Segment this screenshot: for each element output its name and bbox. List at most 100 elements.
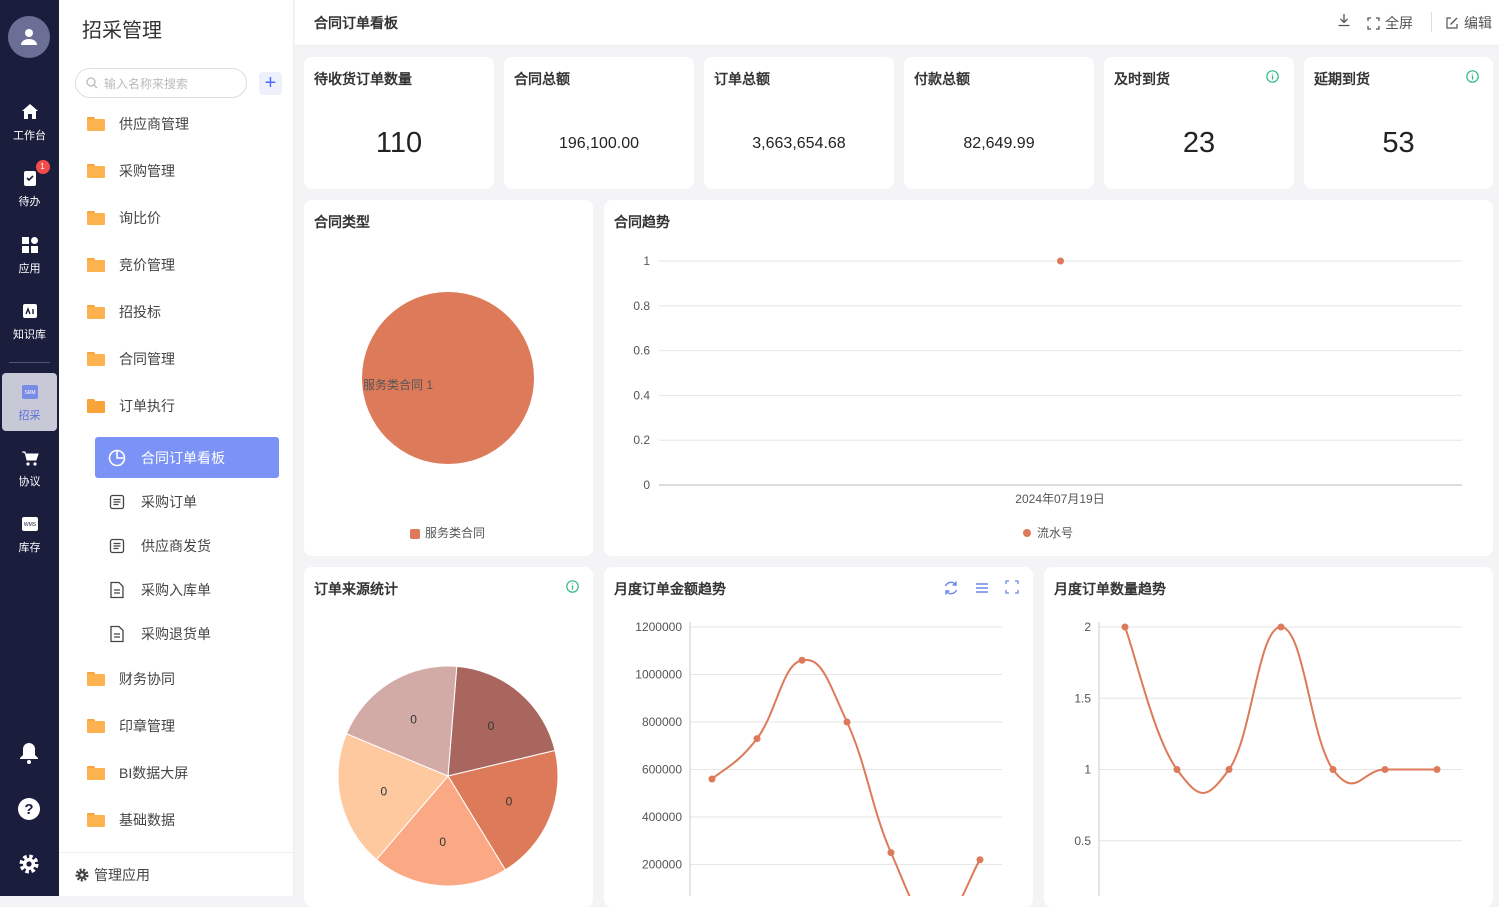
sub-item-purchase-order[interactable]: 采购订单 <box>95 481 279 522</box>
help-icon[interactable]: ? <box>16 796 42 822</box>
y-tick-label: 0.4 <box>633 388 650 402</box>
sub-label: 合同订单看板 <box>141 449 225 466</box>
search-placeholder: 输入名称来搜索 <box>104 76 189 91</box>
chart-card-order-source: 订单来源统计 00000 <box>304 567 593 907</box>
stat-value: 110 <box>375 127 423 159</box>
stat-value: 196,100.00 <box>558 135 640 152</box>
y-tick-label: 600000 <box>642 763 682 777</box>
menu-item-contract[interactable]: 合同管理 <box>87 347 175 371</box>
edit-icon <box>1446 17 1458 29</box>
folder-icon <box>87 813 105 827</box>
rail-item-inventory[interactable]: WMS 库存 <box>2 505 57 563</box>
folder-icon <box>87 164 105 178</box>
info-icon[interactable] <box>1466 70 1479 83</box>
menu-item-seal[interactable]: 印章管理 <box>87 714 175 738</box>
menu-item-inquiry[interactable]: 询比价 <box>87 206 161 230</box>
y-tick-label: 1000000 <box>635 668 682 682</box>
menu-item-purchase[interactable]: 采购管理 <box>87 159 175 183</box>
rail-divider <box>9 362 50 363</box>
legend-label: 流水号 <box>1037 526 1073 540</box>
sub-label: 采购退货单 <box>141 625 211 642</box>
todo-icon: 1 <box>20 159 50 188</box>
rail-label: 库存 <box>18 541 41 554</box>
todo-badge: 1 <box>35 159 50 174</box>
stat-label: 及时到货 <box>1114 71 1170 87</box>
sidebar: 招采管理 输入名称来搜索 + 供应商管理 采购管理 询比价 竞价管理 招投标 合… <box>59 0 294 896</box>
pie-data-label: 0 <box>506 794 513 808</box>
folder-icon <box>87 258 105 272</box>
sub-label: 采购订单 <box>141 493 197 510</box>
manage-apps-button[interactable]: 管理应用 <box>59 852 294 896</box>
cart-icon <box>20 448 40 468</box>
search-icon <box>86 77 98 89</box>
settings-gear-icon[interactable] <box>16 851 42 877</box>
rail-item-workbench[interactable]: 工作台 <box>2 93 57 151</box>
rail-item-agreement[interactable]: 协议 <box>2 439 57 497</box>
stat-value: 82,649.99 <box>963 135 1035 152</box>
edit-button[interactable]: 编辑 <box>1445 13 1492 33</box>
rail-label: 应用 <box>18 262 41 275</box>
menu-label: 供应商管理 <box>119 116 189 132</box>
data-point <box>1173 766 1181 773</box>
svg-text:WMS: WMS <box>23 522 36 528</box>
stat-label: 付款总额 <box>914 71 970 87</box>
gear-icon <box>75 868 89 881</box>
data-point <box>1381 766 1389 773</box>
sub-label: 供应商发货 <box>141 537 211 554</box>
sub-item-inbound[interactable]: 采购入库单 <box>95 569 279 610</box>
menu-item-bidding[interactable]: 竞价管理 <box>87 253 175 277</box>
knowledge-icon <box>20 301 40 321</box>
toolbar-divider <box>1431 12 1432 32</box>
stat-value: 53 <box>1382 127 1415 159</box>
rail-item-srm[interactable]: SRM 招采 <box>2 373 57 431</box>
pie-chart-icon <box>107 448 127 468</box>
stat-card-order-total: 订单总额 3,663,654.68 <box>704 57 894 189</box>
rail-item-todo[interactable]: 1 待办 <box>2 159 57 217</box>
apps-icon <box>20 235 40 255</box>
y-tick-label: 1 <box>1084 763 1091 777</box>
menu-item-basic-data[interactable]: 基础数据 <box>87 808 175 832</box>
user-avatar[interactable] <box>8 16 50 58</box>
y-tick-label: 0.8 <box>633 299 650 313</box>
sub-item-contract-dashboard[interactable]: 合同订单看板 <box>95 437 279 478</box>
sub-item-return[interactable]: 采购退货单 <box>95 613 279 654</box>
rail-label: 招采 <box>18 409 41 422</box>
pie-data-label: 0 <box>380 784 387 798</box>
fullscreen-button[interactable]: 全屏 <box>1367 13 1413 33</box>
chart-card-monthly-count: 月度订单数量趋势 2 1.5 1 0.5 <box>1044 567 1493 907</box>
folder-icon <box>87 766 105 780</box>
menu-item-bi[interactable]: BI数据大屏 <box>87 761 188 785</box>
menu-label: 财务协同 <box>119 671 175 687</box>
bell-icon[interactable] <box>16 740 42 766</box>
folder-icon <box>87 672 105 686</box>
user-icon <box>21 29 37 45</box>
pie-data-label: 0 <box>439 835 446 849</box>
menu-item-order-exec[interactable]: 订单执行 <box>87 394 175 418</box>
svg-text:SRM: SRM <box>24 390 35 396</box>
menu-item-tender[interactable]: 招投标 <box>87 300 161 324</box>
stat-value: 23 <box>1182 127 1216 159</box>
stat-label: 待收货订单数量 <box>314 71 412 87</box>
sidebar-title: 招采管理 <box>82 20 162 42</box>
page-title: 合同订单看板 <box>314 15 398 31</box>
rail-item-knowledge[interactable]: 知识库 <box>2 292 57 350</box>
chart-card-contract-type: 合同类型 服务类合同 1 服务类合同 <box>304 200 593 556</box>
menu-item-supplier[interactable]: 供应商管理 <box>87 112 189 136</box>
download-button[interactable] <box>1337 13 1351 27</box>
search-input[interactable]: 输入名称来搜索 <box>75 68 247 98</box>
stat-label: 订单总额 <box>714 71 770 87</box>
rail-label: 工作台 <box>13 129 46 142</box>
rail-item-apps[interactable]: 应用 <box>2 226 57 284</box>
y-tick-label: 0.5 <box>1074 834 1091 848</box>
menu-label: BI数据大屏 <box>119 765 189 781</box>
info-icon[interactable] <box>1266 70 1279 83</box>
sub-item-supplier-delivery[interactable]: 供应商发货 <box>95 525 279 566</box>
series-line <box>711 658 981 896</box>
folder-open-icon <box>87 399 105 413</box>
pie-data-label: 服务类合同 1 <box>363 377 433 392</box>
y-tick-label: 0.2 <box>633 433 650 447</box>
menu-item-finance[interactable]: 财务协同 <box>87 667 175 691</box>
data-point <box>1057 257 1064 265</box>
menu-label: 询比价 <box>119 210 161 226</box>
add-button[interactable]: + <box>259 72 282 95</box>
